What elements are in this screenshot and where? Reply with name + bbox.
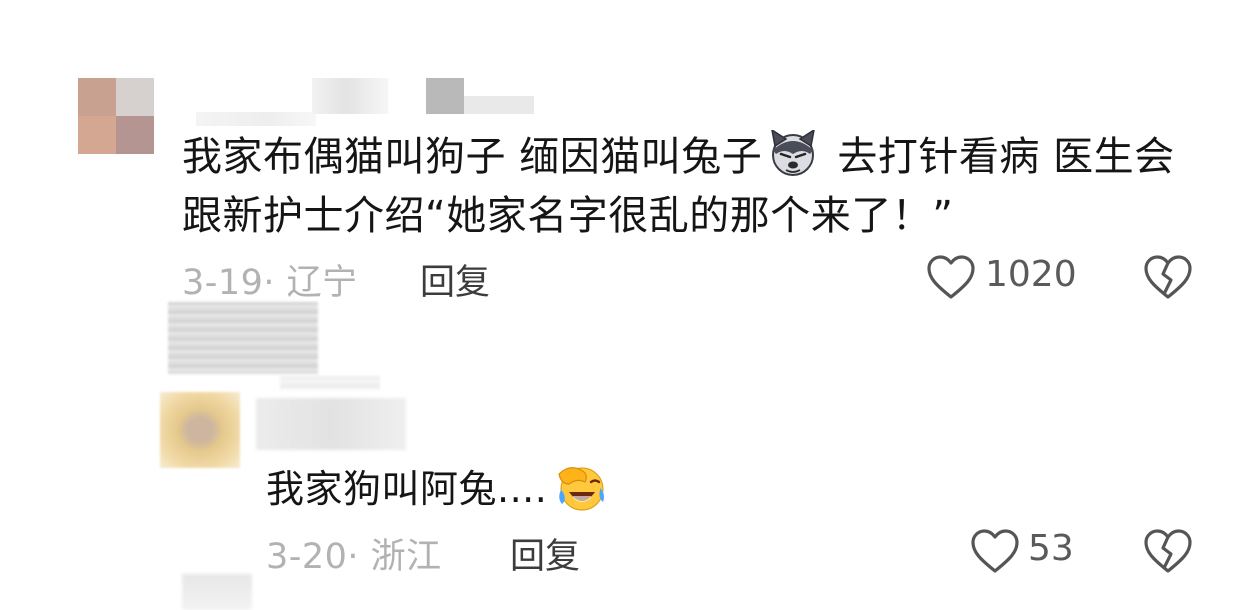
comment-text-part: 我家布偶猫叫狗子 缅因猫叫兔子 [182, 134, 763, 180]
comment-text: 我家布偶猫叫狗子 缅因猫叫兔子 去打针看病 医生会跟新护士介绍“她家名字很乱的那… [182, 128, 1212, 246]
username-redacted [464, 96, 534, 114]
avatar-tile [116, 78, 154, 116]
avatar-tile [78, 78, 116, 116]
username-redacted [312, 78, 388, 114]
husky-dog-face-icon [766, 128, 820, 176]
username-redacted [426, 78, 464, 114]
reply-comment-text: 我家狗叫阿兔.... [266, 462, 613, 515]
reply-button[interactable]: 回复 [420, 254, 490, 305]
facepalm-laughing-crying-icon [551, 462, 609, 512]
username-redacted[interactable] [196, 112, 316, 126]
heart-outline-icon[interactable] [970, 528, 1020, 574]
replier-avatar-blurred[interactable] [160, 392, 240, 468]
reply-button[interactable]: 回复 [510, 528, 580, 579]
broken-heart-icon[interactable] [1143, 254, 1193, 300]
replier-username-redacted[interactable] [256, 398, 406, 450]
broken-heart-icon[interactable] [1143, 528, 1193, 574]
blurred-content [168, 302, 318, 374]
commenter-avatar-blurred[interactable] [78, 78, 154, 154]
avatar-tile [116, 116, 154, 154]
reply-date-location: 3-20· 浙江 [266, 537, 442, 577]
heart-outline-icon[interactable] [926, 254, 976, 300]
avatar-tile [78, 116, 116, 154]
comment-date-location: 3-19· 辽宁 [182, 263, 358, 303]
reply-comment-text-part: 我家狗叫阿兔.... [266, 467, 548, 511]
like-count: 1020 [985, 254, 1077, 295]
blurred-content [280, 376, 380, 390]
blurred-content [182, 574, 252, 610]
like-count: 53 [1028, 528, 1074, 569]
